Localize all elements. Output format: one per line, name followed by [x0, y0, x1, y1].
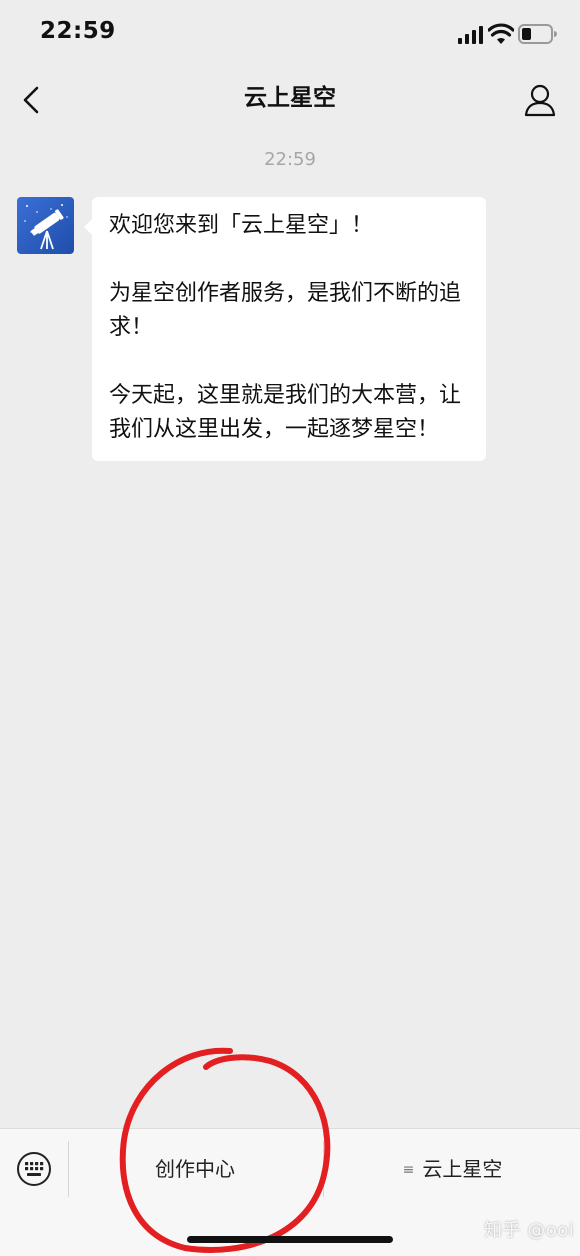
message-paragraph: 欢迎您来到「云上星空」！ [109, 213, 374, 238]
message-paragraph: 为星空创作者服务，是我们不断的追求！ [109, 281, 462, 340]
signal-icon [458, 26, 483, 44]
back-button[interactable] [12, 80, 52, 120]
watermark: 知乎 @ooi [484, 1220, 575, 1241]
menu-item-label: 云上星空 [422, 1157, 503, 1181]
page-title: 云上星空 [244, 85, 336, 111]
status-time: 22:59 [40, 18, 116, 44]
menu-item-yunshang-xingkong[interactable]: ≡ 云上星空 [325, 1149, 580, 1189]
profile-button[interactable] [520, 80, 560, 120]
telescope-icon [17, 197, 74, 254]
menu-item-creation-center[interactable]: 创作中心 [70, 1149, 320, 1189]
message-timestamp: 22:59 [264, 149, 316, 170]
message-bubble[interactable]: 欢迎您来到「云上星空」！ 为星空创作者服务，是我们不断的追求！ 今天起，这里就是… [84, 197, 486, 461]
message-paragraph: 今天起，这里就是我们的大本营，让我们从这里出发，一起逐梦星空！ [109, 383, 462, 442]
nav-bar: 云上星空 [0, 66, 580, 132]
wifi-icon [488, 23, 514, 44]
status-bar: 22:59 [0, 0, 580, 66]
bubble-tail [84, 219, 92, 235]
keyboard-toggle-icon[interactable] [16, 1151, 52, 1187]
menu-divider [68, 1141, 69, 1197]
submenu-icon: ≡ [402, 1162, 415, 1178]
avatar[interactable] [17, 197, 74, 254]
menu-divider [323, 1141, 324, 1197]
battery-icon [518, 24, 557, 44]
home-indicator [187, 1236, 393, 1243]
